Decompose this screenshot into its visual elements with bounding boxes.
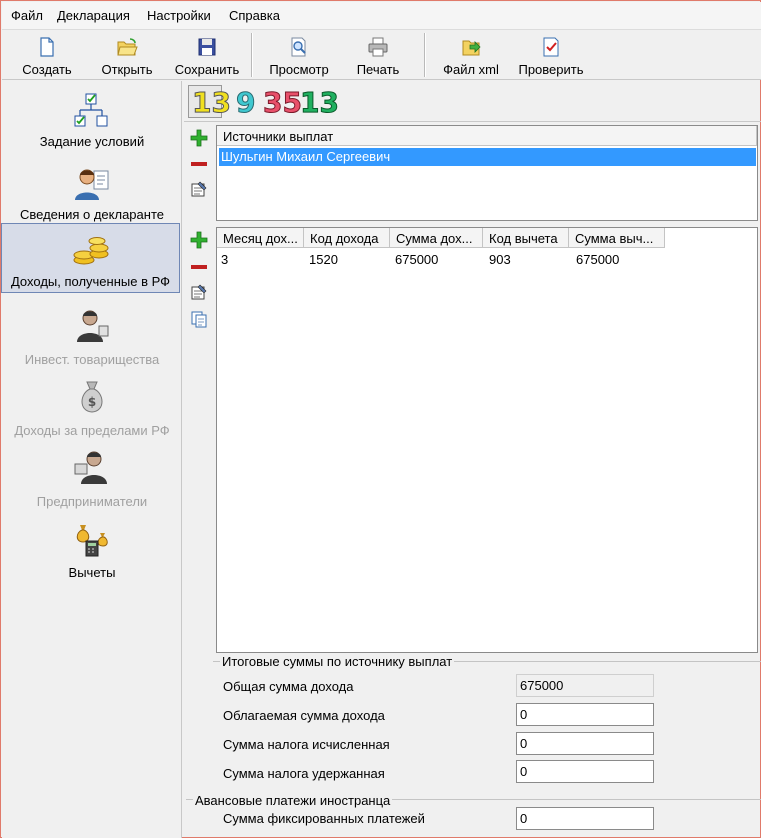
xml-export-icon — [462, 40, 481, 56]
sidebar-label: Задание условий — [39, 134, 145, 149]
print-button[interactable]: Печать — [346, 32, 410, 78]
table-cell[interactable]: 903 — [489, 252, 511, 267]
year-tab-13b[interactable]: 13 — [300, 86, 340, 120]
check-button[interactable]: Проверить — [514, 32, 588, 78]
source-row[interactable]: Шульгин Михаил Сергеевич — [219, 148, 756, 166]
taxable-income-label: Облагаемая сумма дохода — [223, 708, 385, 723]
entrepreneur-icon — [74, 451, 107, 484]
businessman-icon — [77, 310, 109, 342]
main-panel: 13 9 35 13 Источники выплат Шульгин Миха… — [184, 81, 761, 838]
person-document-icon — [75, 169, 109, 200]
sidebar: Задание условий Сведения о декларанте До… — [1, 81, 182, 838]
tax-withheld-field[interactable]: 0 — [516, 760, 654, 783]
sidebar-label: Инвест. товарищества — [24, 352, 160, 367]
year-tab-35[interactable]: 35 — [263, 86, 303, 120]
open-label: Открыть — [101, 62, 153, 77]
edit-income-icon[interactable] — [190, 283, 208, 301]
menu-help[interactable]: Справка — [229, 8, 280, 23]
checklist-icon — [543, 37, 559, 57]
column-header-income-code[interactable]: Код дохода — [304, 228, 390, 248]
sources-header: Источники выплат — [217, 126, 757, 146]
fixed-payments-label: Сумма фиксированных платежей — [223, 811, 425, 826]
tax-calculated-field[interactable]: 0 — [516, 732, 654, 755]
sidebar-item-income-rf[interactable]: Доходы, полученные в РФ — [1, 223, 180, 293]
table-cell[interactable]: 3 — [221, 252, 228, 267]
sidebar-item-entrepreneurs[interactable]: Предприниматели — [2, 442, 182, 512]
add-source-icon[interactable] — [190, 129, 208, 147]
tax-calculated-label: Сумма налога исчисленная — [223, 737, 390, 752]
menu-settings[interactable]: Настройки — [147, 8, 211, 23]
preview-button[interactable]: Просмотр — [261, 32, 337, 78]
sidebar-item-income-abroad[interactable]: $ Доходы за пределами РФ — [2, 371, 182, 441]
totals-group-title: Итоговые суммы по источнику выплат — [220, 654, 455, 669]
svg-text:$: $ — [88, 395, 96, 409]
sidebar-label: Предприниматели — [36, 494, 148, 509]
calculator-scales-icon — [76, 525, 108, 557]
income-grid: Месяц дох... Код дохода Сумма дох... Код… — [216, 227, 758, 653]
xml-file-label: Файл xml — [443, 62, 499, 77]
copy-income-icon[interactable] — [190, 310, 208, 328]
sidebar-item-deductions[interactable]: Вычеты — [2, 513, 182, 583]
toolbar-separator — [424, 33, 426, 77]
advance-group-title: Авансовые платежи иностранца — [193, 793, 393, 808]
table-cell[interactable]: 675000 — [395, 252, 438, 267]
total-income-field: 675000 — [516, 674, 654, 697]
menu-declaration[interactable]: Декларация — [57, 8, 130, 23]
sidebar-item-declarant[interactable]: Сведения о декларанте — [2, 157, 182, 227]
year-tab-9[interactable]: 9 — [235, 86, 256, 120]
taxable-income-field[interactable]: 0 — [516, 703, 654, 726]
menu-bar: Файл Декларация Настройки Справка — [2, 2, 761, 30]
open-button[interactable]: Открыть — [92, 32, 162, 78]
column-header-deduction-code[interactable]: Код вычета — [483, 228, 569, 248]
column-header-income-sum[interactable]: Сумма дох... — [390, 228, 483, 248]
column-header-deduction-sum[interactable]: Сумма выч... — [569, 228, 665, 248]
fixed-payments-field[interactable]: 0 — [516, 807, 654, 830]
coins-icon — [73, 237, 108, 265]
total-income-label: Общая сумма дохода — [223, 679, 354, 694]
sidebar-item-invest[interactable]: Инвест. товарищества — [2, 300, 182, 370]
create-button[interactable]: Создать — [10, 32, 84, 78]
sidebar-label: Доходы за пределами РФ — [14, 423, 170, 438]
sources-grid: Источники выплат Шульгин Михаил Сергееви… — [216, 125, 758, 221]
sidebar-label: Вычеты — [68, 565, 116, 580]
preview-label: Просмотр — [269, 62, 329, 77]
year-tabs: 13 9 35 13 — [184, 82, 761, 122]
tax-withheld-label: Сумма налога удержанная — [223, 766, 385, 781]
open-folder-icon — [117, 38, 138, 56]
year-tab-13[interactable]: 13 — [188, 85, 231, 120]
add-income-icon[interactable] — [190, 231, 208, 249]
xml-file-button[interactable]: Файл xml — [434, 32, 508, 78]
toolbar: Создать Открыть Сохранить Просмотр Печат… — [2, 30, 761, 80]
table-cell[interactable]: 1520 — [309, 252, 338, 267]
edit-source-icon[interactable] — [190, 180, 208, 198]
sidebar-label: Доходы, полученные в РФ — [10, 274, 171, 289]
print-label: Печать — [356, 62, 400, 77]
save-button[interactable]: Сохранить — [170, 32, 244, 78]
column-header-month[interactable]: Месяц дох... — [217, 228, 304, 248]
check-label: Проверить — [518, 62, 584, 77]
remove-income-icon[interactable] — [190, 258, 208, 276]
sidebar-label: Сведения о декларанте — [20, 207, 164, 222]
menu-file[interactable]: Файл — [11, 8, 43, 23]
printer-icon — [368, 37, 388, 57]
sidebar-item-conditions[interactable]: Задание условий — [2, 85, 182, 155]
floppy-disk-icon — [198, 38, 216, 56]
tree-checklist-icon — [74, 93, 108, 127]
create-label: Создать — [22, 62, 72, 77]
app-window: Файл Декларация Настройки Справка Создат… — [0, 0, 761, 838]
money-bag-icon: $ — [81, 381, 103, 413]
save-label: Сохранить — [174, 62, 240, 77]
new-document-icon — [40, 37, 54, 57]
preview-magnifier-icon — [291, 37, 306, 57]
toolbar-separator — [251, 33, 253, 77]
table-cell[interactable]: 675000 — [576, 252, 619, 267]
remove-source-icon[interactable] — [190, 155, 208, 173]
